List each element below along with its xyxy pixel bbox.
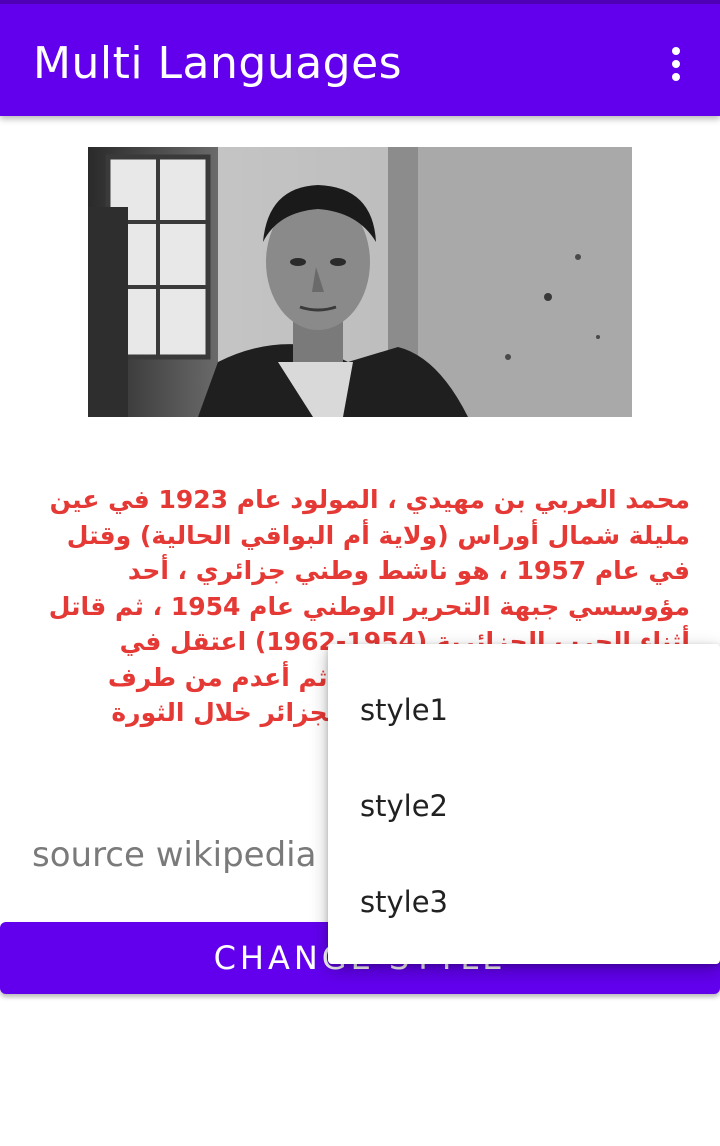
source-label: source wikipedia [32,835,317,875]
style-popup-menu: style1 style2 style3 [328,644,720,964]
menu-item-style1[interactable]: style1 [328,662,720,758]
menu-item-label: style2 [360,789,448,823]
overflow-dot [672,60,680,68]
app-title: Multi Languages [33,38,403,89]
overflow-dot [672,73,680,81]
menu-item-label: style1 [360,693,448,727]
menu-item-label: style3 [360,885,448,919]
more-vert-icon[interactable] [656,36,696,92]
menu-item-style3[interactable]: style3 [328,854,720,950]
menu-item-style2[interactable]: style2 [328,758,720,854]
app-bar: Multi Languages [0,4,720,116]
portrait-photo [88,147,632,417]
overflow-dot [672,47,680,55]
